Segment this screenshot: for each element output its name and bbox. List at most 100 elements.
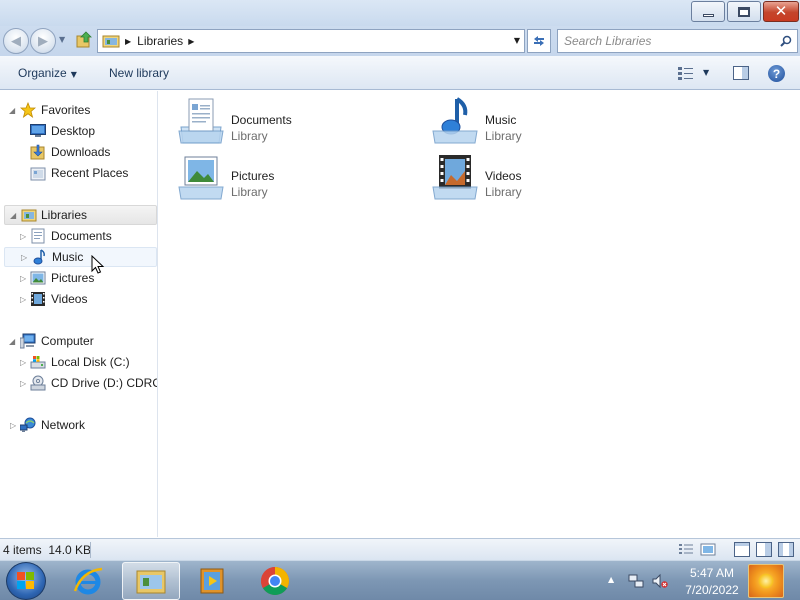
start-button[interactable]	[6, 562, 46, 600]
restore-button[interactable]	[727, 1, 761, 22]
library-item-documents[interactable]: Documents Library	[177, 97, 397, 149]
status-text: 4 items 14.0 KB	[3, 543, 91, 557]
desktop-icon	[30, 124, 46, 137]
system-clock[interactable]: 5:47 AM 7/20/2022	[682, 565, 742, 599]
sidebar-item-computer[interactable]: ◢ Computer	[0, 331, 157, 351]
address-history-dropdown[interactable]: ▼	[514, 36, 520, 45]
sidebar-item-label: Documents	[51, 229, 112, 243]
library-item-music[interactable]: Music Library	[431, 97, 651, 149]
music-library-icon	[432, 97, 478, 144]
close-button[interactable]: ✕	[763, 1, 799, 22]
organize-button[interactable]: Organize ▼	[18, 66, 77, 80]
command-bar: Organize ▼ New library ▼ ?	[0, 56, 800, 90]
libraries-icon	[102, 35, 120, 48]
collapsed-arrow-icon[interactable]: ▷	[20, 379, 26, 388]
sidebar-item-videos[interactable]: ▷ Videos	[0, 289, 157, 309]
sidebar-item-label: Videos	[51, 292, 88, 306]
internet-explorer-icon	[73, 567, 103, 595]
breadcrumb-separator-icon[interactable]: ▶	[125, 37, 131, 46]
search-icon[interactable]	[780, 35, 792, 47]
videos-library-icon	[432, 155, 478, 200]
address-bar[interactable]: ▶ Libraries ▶ ▼	[97, 29, 525, 53]
taskbar-media-player[interactable]	[184, 562, 240, 600]
details-pane-layout-icon[interactable]	[756, 542, 772, 557]
minimize-button[interactable]	[691, 1, 725, 22]
show-desktop-button[interactable]	[748, 564, 784, 598]
media-player-icon	[200, 568, 224, 594]
preview-pane-icon[interactable]	[733, 66, 749, 80]
collapsed-arrow-icon[interactable]: ▷	[20, 358, 26, 367]
navigation-pane-layout-icon[interactable]	[734, 542, 750, 557]
sidebar-item-cd-drive[interactable]: ▷ CD Drive (D:) CDROM	[0, 373, 157, 393]
sidebar-item-favorites[interactable]: ◢ Favorites	[0, 100, 157, 120]
sidebar-item-label: Desktop	[51, 124, 96, 138]
minimize-icon	[702, 14, 714, 17]
music-icon	[33, 249, 45, 265]
back-button[interactable]: ◀	[3, 28, 29, 54]
sidebar-item-recent-places[interactable]: Recent Places	[0, 163, 157, 183]
file-list: Documents Library Music Library Pictures…	[159, 91, 800, 537]
library-type: Library	[485, 129, 522, 143]
change-view-icon[interactable]	[678, 66, 694, 80]
sidebar-item-downloads[interactable]: Downloads	[0, 142, 157, 162]
view-options-dropdown[interactable]: ▼	[703, 68, 709, 77]
collapsed-arrow-icon[interactable]: ▷	[20, 295, 26, 304]
refresh-button[interactable]	[527, 29, 551, 53]
sidebar-item-documents[interactable]: ▷ Documents	[0, 226, 157, 246]
collapsed-arrow-icon[interactable]: ▷	[20, 274, 26, 283]
sidebar-item-desktop[interactable]: Desktop	[0, 121, 157, 141]
address-row: ◀ ▶ ▼ ▶ Libraries ▶ ▼	[0, 26, 800, 56]
library-name: Documents	[231, 113, 292, 127]
libraries-icon	[21, 209, 37, 222]
volume-muted-icon[interactable]	[652, 573, 668, 589]
sidebar-item-music[interactable]: ▷ Music	[4, 247, 157, 267]
clock-date: 7/20/2022	[685, 583, 739, 597]
breadcrumb-chevron-icon[interactable]: ▶	[188, 37, 194, 46]
item-count: 4 items	[3, 543, 42, 557]
library-type: Library	[231, 185, 268, 199]
expanded-arrow-icon[interactable]: ◢	[10, 211, 16, 220]
sidebar-item-label: Local Disk (C:)	[51, 355, 130, 369]
sidebar-item-pictures[interactable]: ▷ Pictures	[0, 268, 157, 288]
videos-icon	[31, 292, 45, 306]
recent-pages-dropdown[interactable]: ▼	[59, 35, 65, 44]
navigation-pane: ◢ Favorites Desktop Downloads Recent Pla…	[0, 91, 158, 537]
search-box[interactable]	[557, 29, 798, 53]
sidebar-item-local-disk[interactable]: ▷ Local Disk (C:)	[0, 352, 157, 372]
organize-label: Organize	[18, 66, 67, 80]
taskbar-internet-explorer[interactable]	[60, 562, 116, 600]
restore-icon	[738, 6, 750, 17]
new-library-button[interactable]: New library	[109, 66, 169, 80]
sidebar-item-label: Libraries	[41, 208, 88, 222]
sidebar-item-network[interactable]: ▷ Network	[0, 415, 157, 435]
title-bar: ✕	[0, 0, 800, 26]
taskbar-windows-explorer[interactable]	[122, 562, 180, 600]
collapsed-arrow-icon[interactable]: ▷	[10, 421, 16, 430]
collapsed-arrow-icon[interactable]: ▷	[20, 232, 26, 241]
refresh-icon	[534, 36, 544, 46]
breadcrumb-libraries[interactable]: Libraries	[137, 34, 183, 48]
taskbar: ▲ 5:47 AM 7/20/2022	[0, 560, 800, 600]
library-item-pictures[interactable]: Pictures Library	[177, 153, 397, 205]
cd-drive-icon	[30, 375, 46, 391]
network-status-icon[interactable]	[628, 573, 644, 589]
help-button[interactable]: ?	[768, 65, 785, 82]
recent-places-icon	[30, 167, 46, 181]
expanded-arrow-icon[interactable]: ◢	[9, 337, 15, 346]
library-item-videos[interactable]: Videos Library	[431, 153, 651, 205]
forward-button[interactable]: ▶	[30, 28, 56, 54]
network-icon	[20, 417, 36, 432]
sidebar-item-label: Downloads	[51, 145, 111, 159]
large-icons-view-icon[interactable]	[700, 542, 716, 557]
taskbar-chrome[interactable]	[247, 562, 303, 600]
up-folder-icon[interactable]	[75, 31, 93, 49]
expanded-arrow-icon[interactable]: ◢	[9, 106, 15, 115]
sidebar-item-label: Network	[41, 418, 86, 432]
show-hidden-icons-button[interactable]: ▲	[608, 575, 614, 584]
documents-library-icon	[178, 98, 224, 144]
preview-pane-layout-icon[interactable]	[778, 542, 794, 557]
details-view-icon[interactable]	[678, 542, 694, 557]
collapsed-arrow-icon[interactable]: ▷	[21, 253, 27, 262]
sidebar-item-libraries[interactable]: ◢ Libraries	[4, 205, 157, 225]
search-input[interactable]	[564, 34, 764, 48]
